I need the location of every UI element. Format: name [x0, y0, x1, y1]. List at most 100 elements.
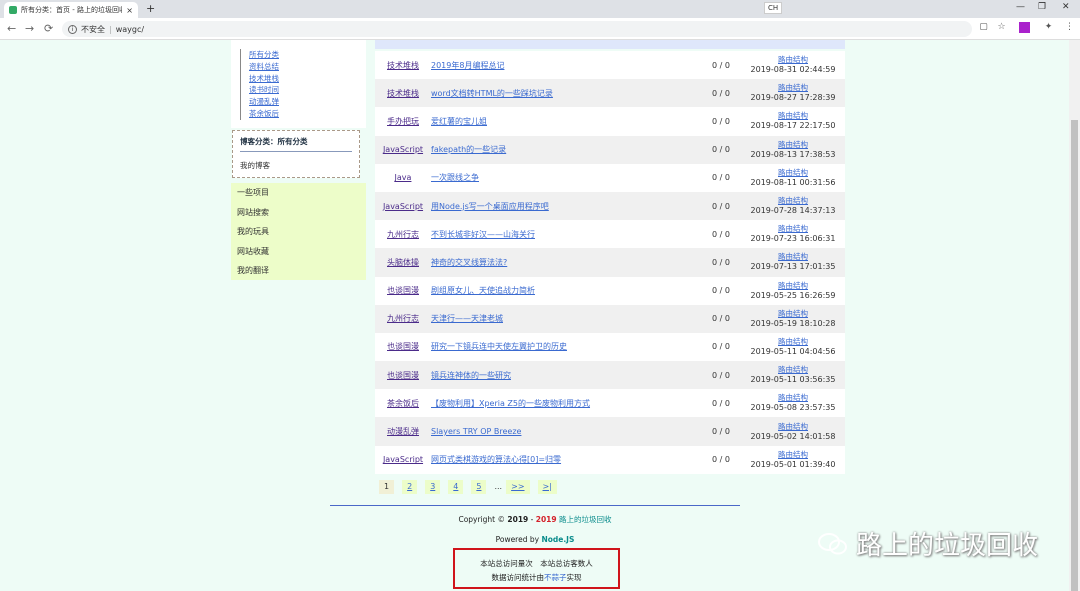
post-author-link[interactable]: 路由结构: [741, 111, 845, 121]
post-comment-count: 0 / 0: [712, 286, 730, 296]
category-link[interactable]: 茶余饭后: [249, 108, 279, 120]
post-category-link[interactable]: 动漫乱弹: [375, 426, 431, 437]
post-category-link[interactable]: JavaScript: [375, 202, 431, 211]
post-author-link[interactable]: 路由结构: [741, 450, 845, 460]
extension-bird-icon[interactable]: ✦: [1043, 22, 1054, 33]
post-category-link[interactable]: 茶余饭后: [375, 398, 431, 409]
post-title-link[interactable]: 【废物利用】Xperia Z5的一些废物利用方式: [431, 398, 701, 409]
post-title-link[interactable]: 爱红薯的宝儿姐: [431, 116, 701, 127]
post-title-link[interactable]: fakepath的一些记录: [431, 144, 701, 155]
post-title-link[interactable]: 天津行——天津老城: [431, 313, 701, 324]
post-title-link[interactable]: 网页式类棋游戏的算法心得[0]=归零: [431, 454, 701, 465]
ime-indicator[interactable]: CH: [764, 2, 783, 14]
browser-tab[interactable]: 所有分类：首页 - 路上的垃圾回收 ×: [4, 2, 138, 18]
post-category-link[interactable]: 九州行志: [375, 313, 431, 324]
post-category-link[interactable]: 也谈国漫: [375, 370, 431, 381]
post-author-link[interactable]: 路由结构: [741, 196, 845, 206]
post-author-link[interactable]: 路由结构: [741, 252, 845, 262]
translate-icon[interactable]: ▢: [978, 22, 989, 33]
pagination-link[interactable]: 4: [448, 480, 464, 494]
powered-by-label: Powered by: [495, 535, 542, 544]
pagination-link[interactable]: 5: [471, 480, 487, 494]
scrollbar[interactable]: [1069, 40, 1080, 591]
bookmark-star-icon[interactable]: ☆: [996, 22, 1007, 33]
ime-label: CH: [768, 4, 779, 12]
my-blog-link[interactable]: 我的博客: [240, 160, 352, 171]
post-category-link[interactable]: 九州行志: [375, 229, 431, 240]
reload-icon[interactable]: ⟳: [44, 22, 53, 35]
category-link[interactable]: 技术堆栈: [249, 73, 279, 85]
close-window-icon[interactable]: ✕: [1062, 2, 1070, 12]
post-row: Java 一次跟线之争 0 / 0 路由结构 2019-08-11 00:31:56: [375, 163, 845, 192]
post-author-link[interactable]: 路由结构: [741, 168, 845, 178]
post-author-link[interactable]: 路由结构: [741, 422, 845, 432]
post-category-link[interactable]: 头脑体操: [375, 257, 431, 268]
extension-icon[interactable]: [1019, 22, 1030, 33]
post-author-link[interactable]: 路由结构: [741, 365, 845, 375]
post-category-link[interactable]: JavaScript: [375, 145, 431, 154]
post-category-link[interactable]: 技术堆栈: [375, 88, 431, 99]
post-author-link[interactable]: 路由结构: [741, 337, 845, 347]
post-title-link[interactable]: 神奇的交叉线算法法?: [431, 257, 701, 268]
url-field[interactable]: i 不安全 | waygc/: [62, 21, 972, 37]
post-author-link[interactable]: 路由结构: [741, 55, 845, 65]
post-meta: 路由结构 2019-07-23 16:06:31: [741, 224, 845, 244]
minimize-icon[interactable]: —: [1016, 2, 1025, 12]
maximize-icon[interactable]: ❐: [1038, 2, 1046, 12]
site-name-link[interactable]: 路上的垃圾回收: [559, 515, 612, 524]
pagination-link[interactable]: 2: [402, 480, 418, 494]
post-row: 手办把玩 爱红薯的宝儿姐 0 / 0 路由结构 2019-08-17 22:17:50: [375, 107, 845, 136]
side-menu-item[interactable]: 网站收藏: [231, 242, 366, 262]
post-title-link[interactable]: 2019年8月编程总记: [431, 60, 701, 71]
post-author-link[interactable]: 路由结构: [741, 281, 845, 291]
pagination-link[interactable]: 1: [379, 480, 395, 494]
post-comment-count: 0 / 0: [712, 173, 730, 183]
side-menu-item[interactable]: 我的玩具: [231, 222, 366, 242]
post-category-link[interactable]: JavaScript: [375, 455, 431, 464]
post-meta: 路由结构 2019-05-11 04:04:56: [741, 337, 845, 357]
post-title-link[interactable]: 研究一下镜兵连中天使左翼护卫的历史: [431, 341, 701, 352]
category-link[interactable]: 资料总结: [249, 61, 279, 73]
post-title-link[interactable]: 剧组原女儿、天使追战力简析: [431, 285, 701, 296]
post-title-link[interactable]: 一次跟线之争: [431, 172, 701, 183]
visit-stats-line: 本站总访问量次 本站总访客数人: [480, 559, 593, 568]
post-category-link[interactable]: 也谈国漫: [375, 285, 431, 296]
post-title-link[interactable]: 用Node.js写一个桌面应用程序吧: [431, 201, 701, 212]
new-tab-button[interactable]: +: [146, 2, 155, 15]
category-link[interactable]: 动漫乱弹: [249, 96, 279, 108]
post-author-link[interactable]: 路由结构: [741, 309, 845, 319]
post-date: 2019-08-11 00:31:56: [750, 177, 836, 187]
post-title-link[interactable]: Slayers TRY OP Breeze: [431, 427, 701, 436]
busuanzi-link[interactable]: 不蒜子: [544, 573, 567, 582]
post-category-link[interactable]: 也谈国漫: [375, 341, 431, 352]
side-menu-item[interactable]: 我的翻译: [231, 261, 366, 281]
tab-close-icon[interactable]: ×: [126, 6, 133, 15]
post-author-link[interactable]: 路由结构: [741, 83, 845, 93]
back-icon[interactable]: ←: [7, 22, 16, 35]
post-title-link[interactable]: 不到长城非好汉——山海关行: [431, 229, 701, 240]
category-link[interactable]: 读书时间: [249, 84, 279, 96]
side-menu-item[interactable]: 网站搜索: [231, 203, 366, 223]
pagination-link[interactable]: >|: [537, 480, 557, 494]
category-link[interactable]: 所有分类: [249, 49, 279, 61]
side-menu-item[interactable]: 一些项目: [231, 183, 366, 203]
nodejs-link[interactable]: Node.JS: [541, 535, 574, 544]
pagination-link[interactable]: >>: [506, 480, 530, 494]
post-category-link[interactable]: Java: [375, 173, 431, 182]
post-author-link[interactable]: 路由结构: [741, 393, 845, 403]
category-tree: 所有分类 资料总结 技术堆栈 读书时间 动漫乱弹 茶余饭后: [240, 49, 279, 120]
post-author-link[interactable]: 路由结构: [741, 140, 845, 150]
post-author-link[interactable]: 路由结构: [741, 224, 845, 234]
post-title-link[interactable]: word文档转HTML的一些踩坑记录: [431, 88, 701, 99]
post-title-link[interactable]: 镜兵连神体的一些研究: [431, 370, 701, 381]
post-list-header: [375, 40, 845, 49]
menu-icon[interactable]: ⋮: [1064, 22, 1075, 33]
info-icon[interactable]: i: [68, 24, 77, 34]
post-comment-count: 0 / 0: [712, 145, 730, 155]
post-comment-count: 0 / 0: [712, 342, 730, 352]
post-category-link[interactable]: 技术堆栈: [375, 60, 431, 71]
pagination-link[interactable]: 3: [425, 480, 441, 494]
post-category-link[interactable]: 手办把玩: [375, 116, 431, 127]
scrollbar-thumb[interactable]: [1071, 120, 1078, 591]
forward-icon[interactable]: →: [25, 22, 34, 35]
